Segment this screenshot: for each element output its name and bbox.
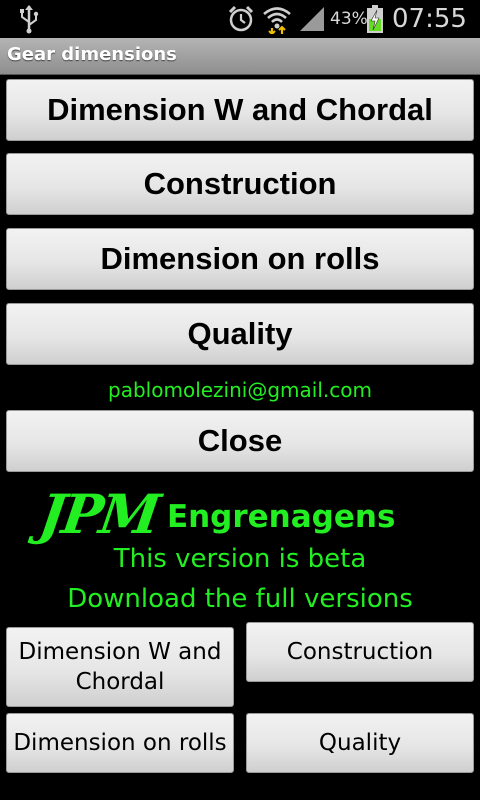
- contact-email[interactable]: pablomolezini@gmail.com: [0, 378, 480, 402]
- download-notice: Download the full versions: [67, 584, 413, 614]
- brand-name: Engrenagens: [166, 499, 396, 535]
- app-title: Gear dimensions: [7, 44, 177, 65]
- status-bar: 43% 07:55: [0, 0, 480, 38]
- full-dimension-w-chordal-button[interactable]: Dimension W and Chordal: [6, 627, 234, 707]
- signal-icon: [298, 0, 326, 38]
- clock: 07:55: [392, 4, 467, 34]
- app-title-bar: Gear dimensions: [0, 38, 480, 75]
- full-construction-button[interactable]: Construction: [246, 622, 474, 682]
- dimension-w-chordal-button[interactable]: Dimension W and Chordal: [6, 79, 474, 141]
- full-quality-button[interactable]: Quality: [246, 713, 474, 773]
- wifi-icon: [262, 0, 292, 38]
- full-dimension-on-rolls-button[interactable]: Dimension on rolls: [6, 713, 234, 773]
- battery-charging-icon: [366, 0, 384, 38]
- close-button[interactable]: Close: [6, 410, 474, 472]
- beta-notice: This version is beta: [113, 544, 367, 574]
- usb-icon: [18, 0, 40, 38]
- battery-percent: 43%: [330, 9, 368, 29]
- alarm-icon: [228, 0, 254, 38]
- construction-button[interactable]: Construction: [6, 153, 474, 215]
- jpm-logo: JPM: [35, 482, 162, 546]
- promo-banner[interactable]: JPM Engrenagens This version is beta Dow…: [0, 480, 480, 620]
- dimension-on-rolls-button[interactable]: Dimension on rolls: [6, 228, 474, 290]
- quality-button[interactable]: Quality: [6, 303, 474, 365]
